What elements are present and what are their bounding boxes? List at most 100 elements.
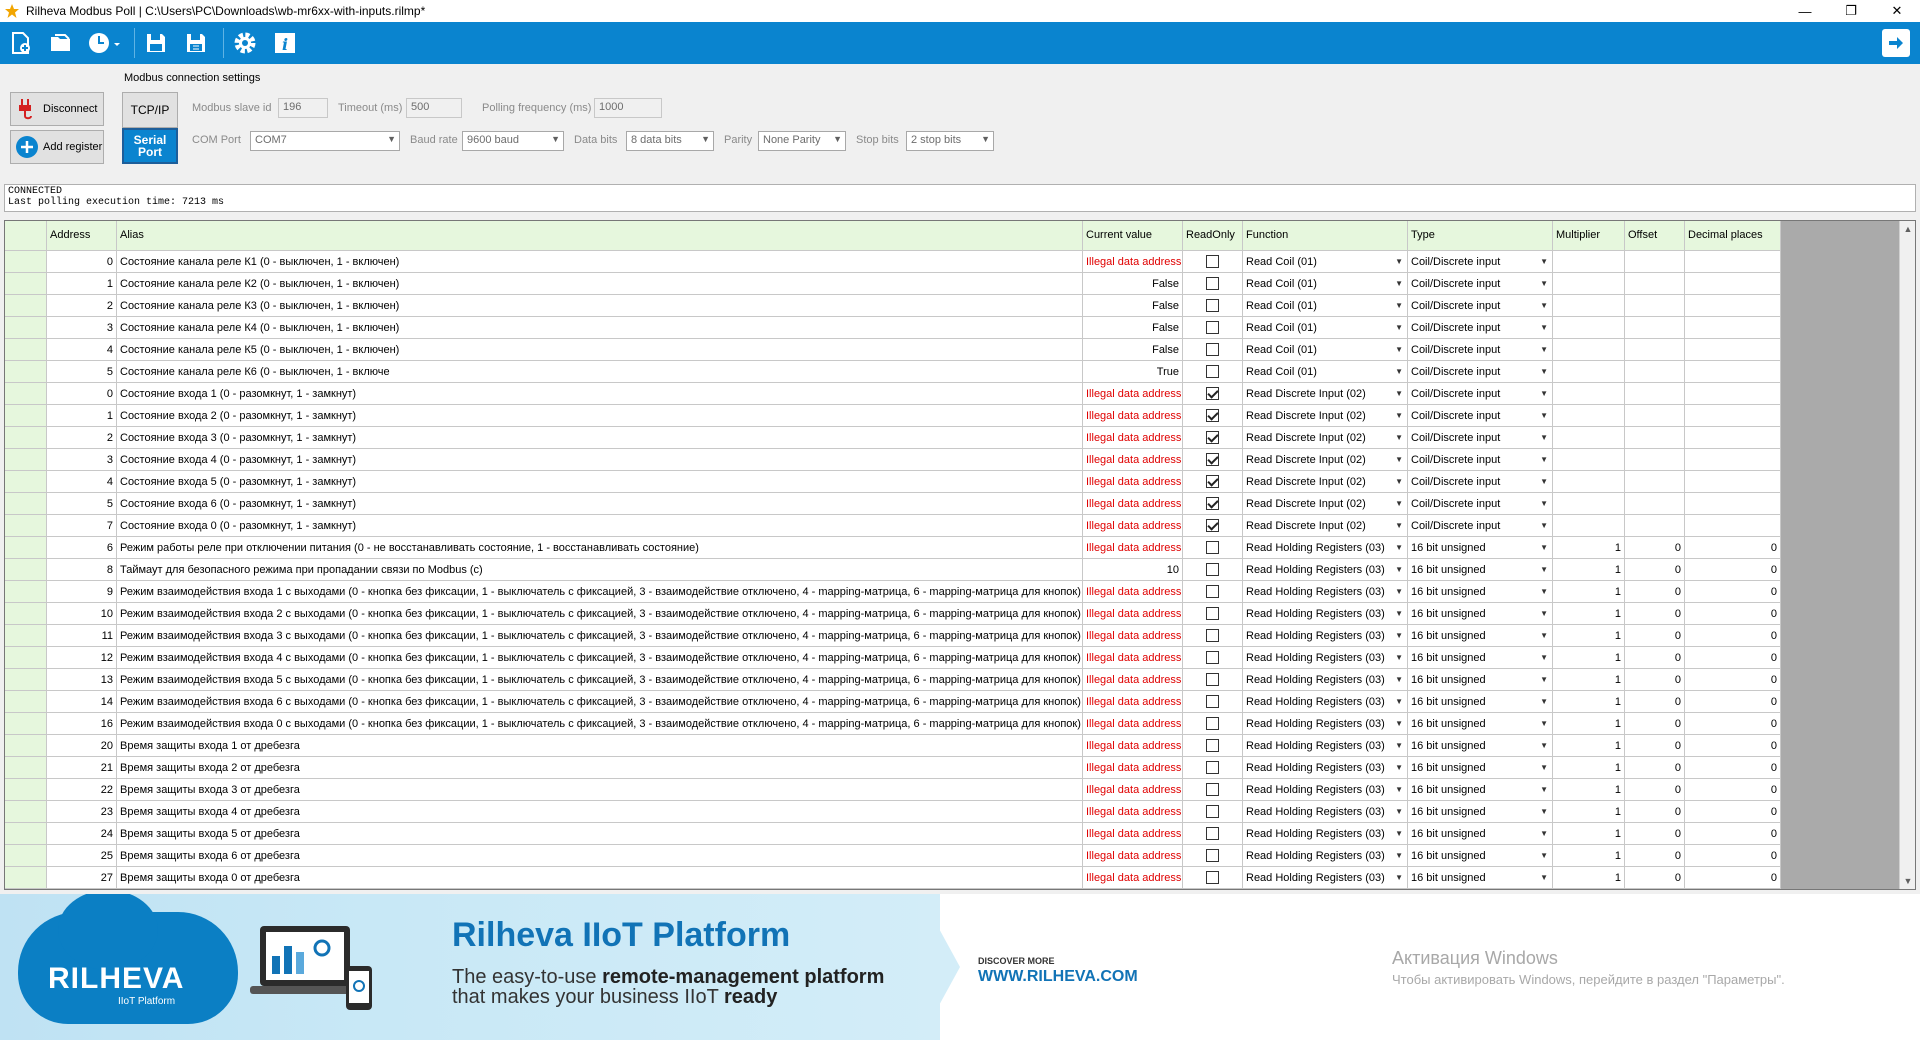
cell-alias[interactable]: Состояние входа 0 (0 - разомкнут, 1 - за…	[117, 515, 1083, 537]
cell-function[interactable]: Read Discrete Input (02) ▼	[1243, 471, 1408, 493]
cell-offset[interactable]	[1625, 515, 1685, 537]
cell-function[interactable]: Read Holding Registers (03) ▼	[1243, 669, 1408, 691]
chevron-down-icon[interactable]: ▼	[1395, 719, 1403, 728]
baud-rate-select[interactable]: 9600 baud ▼	[462, 131, 564, 151]
table-row[interactable]: 23 Время защиты входа 4 от дребезга Illega…	[5, 801, 1781, 823]
cell-offset[interactable]: 0	[1625, 867, 1685, 889]
table-row[interactable]: 3 Состояние канала реле К4 (0 - выключен,…	[5, 317, 1781, 339]
exit-button[interactable]	[1882, 29, 1910, 57]
cell-multiplier[interactable]	[1553, 515, 1625, 537]
cell-multiplier[interactable]: 1	[1553, 691, 1625, 713]
chevron-down-icon[interactable]: ▼	[1395, 829, 1403, 838]
cell-alias[interactable]: Состояние входа 3 (0 - разомкнут, 1 - за…	[117, 427, 1083, 449]
com-port-select[interactable]: COM7 ▼	[250, 131, 400, 151]
cell-type[interactable]: 16 bit unsigned ▼	[1408, 735, 1553, 757]
cell-decimal-places[interactable]	[1685, 273, 1781, 295]
chevron-down-icon[interactable]: ▼	[1540, 477, 1548, 486]
chevron-down-icon[interactable]: ▼	[1540, 499, 1548, 508]
cell-alias[interactable]: Состояние канала реле К3 (0 - выключен, …	[117, 295, 1083, 317]
chevron-down-icon[interactable]: ▼	[1540, 609, 1548, 618]
cell-decimal-places[interactable]: 0	[1685, 779, 1781, 801]
cell-function[interactable]: Read Discrete Input (02) ▼	[1243, 449, 1408, 471]
cell-multiplier[interactable]: 1	[1553, 603, 1625, 625]
cell-offset[interactable]	[1625, 449, 1685, 471]
cell-alias[interactable]: Время защиты входа 0 от дребезга	[117, 867, 1083, 889]
cell-alias[interactable]: Время защиты входа 2 от дребезга	[117, 757, 1083, 779]
cell-multiplier[interactable]: 1	[1553, 779, 1625, 801]
cell-multiplier[interactable]: 1	[1553, 801, 1625, 823]
row-selector[interactable]	[5, 273, 47, 295]
chevron-down-icon[interactable]: ▼	[1395, 741, 1403, 750]
banner-url-link[interactable]: WWW.RILHEVA.COM	[978, 968, 1138, 986]
cell-type[interactable]: Coil/Discrete input ▼	[1408, 273, 1553, 295]
header-function[interactable]: Function	[1243, 221, 1408, 251]
cell-address[interactable]: 2	[47, 295, 117, 317]
chevron-down-icon[interactable]: ▼	[1540, 257, 1548, 266]
cell-type[interactable]: Coil/Discrete input ▼	[1408, 471, 1553, 493]
cell-decimal-places[interactable]	[1685, 427, 1781, 449]
row-selector[interactable]	[5, 867, 47, 889]
cell-address[interactable]: 0	[47, 251, 117, 273]
chevron-down-icon[interactable]: ▼	[1395, 785, 1403, 794]
cell-address[interactable]: 1	[47, 273, 117, 295]
chevron-down-icon[interactable]: ▼	[1395, 873, 1403, 882]
cell-address[interactable]: 10	[47, 603, 117, 625]
open-file-button[interactable]	[44, 26, 78, 60]
chevron-down-icon[interactable]: ▼	[1395, 763, 1403, 772]
chevron-down-icon[interactable]: ▼	[1395, 609, 1403, 618]
cell-address[interactable]: 25	[47, 845, 117, 867]
table-row[interactable]: 11 Режим взаимодействия входа 3 с выходам…	[5, 625, 1781, 647]
cell-type[interactable]: Coil/Discrete input ▼	[1408, 251, 1553, 273]
chevron-down-icon[interactable]: ▼	[1395, 455, 1403, 464]
cell-address[interactable]: 0	[47, 383, 117, 405]
cell-function[interactable]: Read Holding Registers (03) ▼	[1243, 779, 1408, 801]
cell-offset[interactable]: 0	[1625, 559, 1685, 581]
cell-multiplier[interactable]: 1	[1553, 669, 1625, 691]
chevron-down-icon[interactable]: ▼	[1395, 653, 1403, 662]
header-offset[interactable]: Offset	[1625, 221, 1685, 251]
cell-multiplier[interactable]	[1553, 427, 1625, 449]
chevron-down-icon[interactable]: ▼	[1540, 807, 1548, 816]
readonly-checkbox[interactable]	[1206, 629, 1219, 642]
cell-offset[interactable]: 0	[1625, 757, 1685, 779]
cell-decimal-places[interactable]	[1685, 317, 1781, 339]
row-selector[interactable]	[5, 383, 47, 405]
cell-decimal-places[interactable]: 0	[1685, 603, 1781, 625]
cell-type[interactable]: 16 bit unsigned ▼	[1408, 845, 1553, 867]
cell-offset[interactable]	[1625, 251, 1685, 273]
cell-alias[interactable]: Состояние входа 1 (0 - разомкнут, 1 - за…	[117, 383, 1083, 405]
row-selector[interactable]	[5, 317, 47, 339]
chevron-down-icon[interactable]: ▼	[1540, 411, 1548, 420]
cell-alias[interactable]: Режим взаимодействия входа 2 с выходами …	[117, 603, 1083, 625]
cell-function[interactable]: Read Holding Registers (03) ▼	[1243, 581, 1408, 603]
cell-type[interactable]: 16 bit unsigned ▼	[1408, 713, 1553, 735]
cell-decimal-places[interactable]: 0	[1685, 625, 1781, 647]
cell-decimal-places[interactable]: 0	[1685, 537, 1781, 559]
cell-offset[interactable]	[1625, 339, 1685, 361]
settings-button[interactable]	[228, 26, 262, 60]
chevron-down-icon[interactable]: ▼	[1395, 345, 1403, 354]
cell-multiplier[interactable]: 1	[1553, 647, 1625, 669]
cell-multiplier[interactable]: 1	[1553, 845, 1625, 867]
table-row[interactable]: 4 Состояние канала реле К5 (0 - выключен,…	[5, 339, 1781, 361]
cell-offset[interactable]	[1625, 273, 1685, 295]
table-row[interactable]: 14 Режим взаимодействия входа 6 с выходам…	[5, 691, 1781, 713]
cell-alias[interactable]: Режим взаимодействия входа 0 с выходами …	[117, 713, 1083, 735]
cell-address[interactable]: 8	[47, 559, 117, 581]
cell-address[interactable]: 5	[47, 361, 117, 383]
chevron-down-icon[interactable]: ▼	[1540, 323, 1548, 332]
cell-address[interactable]: 24	[47, 823, 117, 845]
stop-bits-select[interactable]: 2 stop bits ▼	[906, 131, 994, 151]
timeout-input[interactable]: 500	[406, 98, 462, 118]
cell-decimal-places[interactable]	[1685, 295, 1781, 317]
cell-function[interactable]: Read Discrete Input (02) ▼	[1243, 383, 1408, 405]
cell-address[interactable]: 1	[47, 405, 117, 427]
cell-offset[interactable]: 0	[1625, 581, 1685, 603]
close-button[interactable]: ✕	[1874, 0, 1920, 22]
row-selector[interactable]	[5, 823, 47, 845]
save-button[interactable]	[139, 26, 173, 60]
cell-decimal-places[interactable]	[1685, 515, 1781, 537]
polling-input[interactable]: 1000	[594, 98, 662, 118]
cell-alias[interactable]: Состояние входа 2 (0 - разомкнут, 1 - за…	[117, 405, 1083, 427]
table-row[interactable]: 7 Состояние входа 0 (0 - разомкнут, 1 - з…	[5, 515, 1781, 537]
